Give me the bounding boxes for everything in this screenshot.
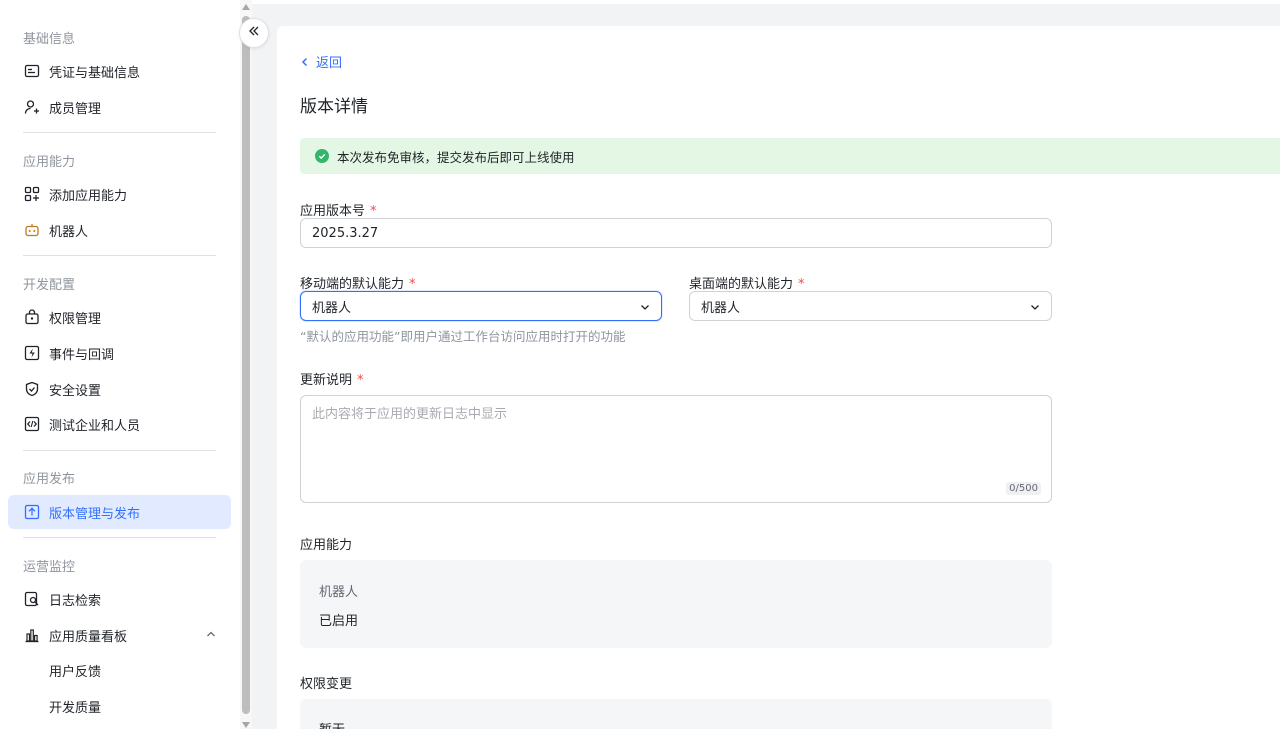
sidebar-item-label: 用户反馈 [49,664,102,680]
group-title-operations: 运营监控 [23,560,76,575]
mobile-default-select[interactable]: 机器人 [300,291,662,321]
char-counter: 0/500 [1006,482,1041,495]
success-alert: 本次发布免审核，提交发布后即可上线使用 [300,138,1280,174]
permission-lock-icon [23,308,41,326]
notes-label-text: 更新说明 [300,373,353,388]
sidebar-divider [23,255,216,256]
sidebar-item-version-publish[interactable]: 版本管理与发布 [8,495,231,529]
required-mark: * [409,277,416,292]
scroll-up-arrow-icon[interactable] [242,4,250,10]
shield-icon [23,380,41,398]
version-input-value: 2025.3.27 [312,225,379,241]
sidebar-item-label: 成员管理 [49,101,102,117]
sidebar-item-members[interactable]: 成员管理 [8,90,231,124]
sidebar-item-robot[interactable]: 机器人 [8,213,231,247]
required-mark: * [798,277,805,292]
required-mark: * [370,204,377,219]
code-icon [23,415,41,433]
desktop-default-value: 机器人 [701,300,741,316]
chevron-down-icon [639,301,651,317]
top-strip [252,0,1280,4]
chevron-left-icon [300,57,310,67]
sidebar-divider [23,537,216,538]
sidebar-divider [23,132,216,133]
desktop-default-select[interactable]: 机器人 [689,291,1052,321]
sidebar-item-label: 版本管理与发布 [49,506,141,522]
capability-section-title: 应用能力 [300,538,353,553]
chevron-down-icon [1029,301,1041,317]
group-title-publish: 应用发布 [23,472,76,487]
double-chevron-left-icon [247,24,261,42]
permission-section-title: 权限变更 [300,677,353,692]
sidebar-item-log-search[interactable]: 日志检索 [8,582,231,616]
sidebar-item-label: 安全设置 [49,383,102,399]
sidebar-item-events[interactable]: 事件与回调 [8,336,231,370]
sidebar-item-label: 权限管理 [49,311,102,327]
mobile-default-label: 移动端的默认能力 * [300,273,416,292]
sidebar-item-permissions[interactable]: 权限管理 [8,300,231,334]
group-title-basic: 基础信息 [23,32,76,47]
group-title-capability: 应用能力 [23,155,76,170]
sidebar-item-label: 凭证与基础信息 [49,65,141,81]
back-label: 返回 [316,56,343,71]
desktop-default-label-text: 桌面端的默认能力 [689,277,794,292]
capability-name: 机器人 [319,585,359,600]
version-label-text: 应用版本号 [300,204,366,219]
sidebar-item-user-feedback[interactable]: 用户反馈 [8,653,231,687]
log-search-icon [23,590,41,608]
required-mark: * [357,373,364,388]
mobile-default-label-text: 移动端的默认能力 [300,277,405,292]
sidebar: 基础信息 凭证与基础信息 成员管理 应用能力 添加应用能力 机器人 开发配置 权… [0,0,240,729]
update-notes-textarea[interactable]: 此内容将于应用的更新日志中显示 0/500 [300,395,1052,503]
sidebar-item-label: 添加应用能力 [49,188,128,204]
alert-text: 本次发布免审核，提交发布后即可上线使用 [337,149,575,165]
version-input[interactable]: 2025.3.27 [300,218,1052,248]
mobile-default-value: 机器人 [312,300,352,316]
sidebar-item-label: 机器人 [49,224,89,240]
sidebar-item-add-capability[interactable]: 添加应用能力 [8,177,231,211]
sidebar-item-label: 事件与回调 [49,347,115,363]
notes-placeholder: 此内容将于应用的更新日志中显示 [312,407,508,422]
sidebar-item-security[interactable]: 安全设置 [8,372,231,406]
desktop-default-label: 桌面端的默认能力 * [689,273,805,292]
check-circle-icon [315,149,329,163]
robot-icon [23,221,41,239]
add-member-icon [23,98,41,116]
default-capability-hint: “默认的应用功能”即用户通过工作台访问应用时打开的功能 [300,329,626,344]
chevron-up-icon[interactable] [205,628,217,644]
sidebar-item-label: 应用质量看板 [49,629,128,645]
add-capability-icon [23,185,41,203]
bar-chart-icon [23,626,41,644]
sidebar-item-label: 日志检索 [49,593,102,609]
capability-status: 已启用 [319,614,359,629]
credential-card-icon [23,62,41,80]
notes-label: 更新说明 * [300,369,364,388]
sidebar-item-label: 测试企业和人员 [49,418,141,434]
group-title-dev-config: 开发配置 [23,278,76,293]
collapse-sidebar-button[interactable] [239,18,269,48]
capability-panel: 机器人 已启用 [300,560,1052,648]
sidebar-divider [23,450,216,451]
upload-icon [23,503,41,521]
permission-value: 暂无 [319,719,345,729]
version-label: 应用版本号 * [300,200,377,219]
scrollbar-thumb[interactable] [242,16,250,714]
permission-panel: 暂无 [300,699,1052,729]
page-title: 版本详情 [300,97,368,117]
sidebar-item-quality-board[interactable]: 应用质量看板 [8,618,231,652]
sidebar-item-credentials[interactable]: 凭证与基础信息 [8,54,231,88]
sidebar-item-dev-quality[interactable]: 开发质量 [8,689,231,723]
sidebar-item-label: 开发质量 [49,700,102,716]
sidebar-item-test-org[interactable]: 测试企业和人员 [8,407,231,441]
scroll-down-arrow-icon[interactable] [242,722,250,728]
event-icon [23,344,41,362]
back-link[interactable]: 返回 [300,52,342,71]
